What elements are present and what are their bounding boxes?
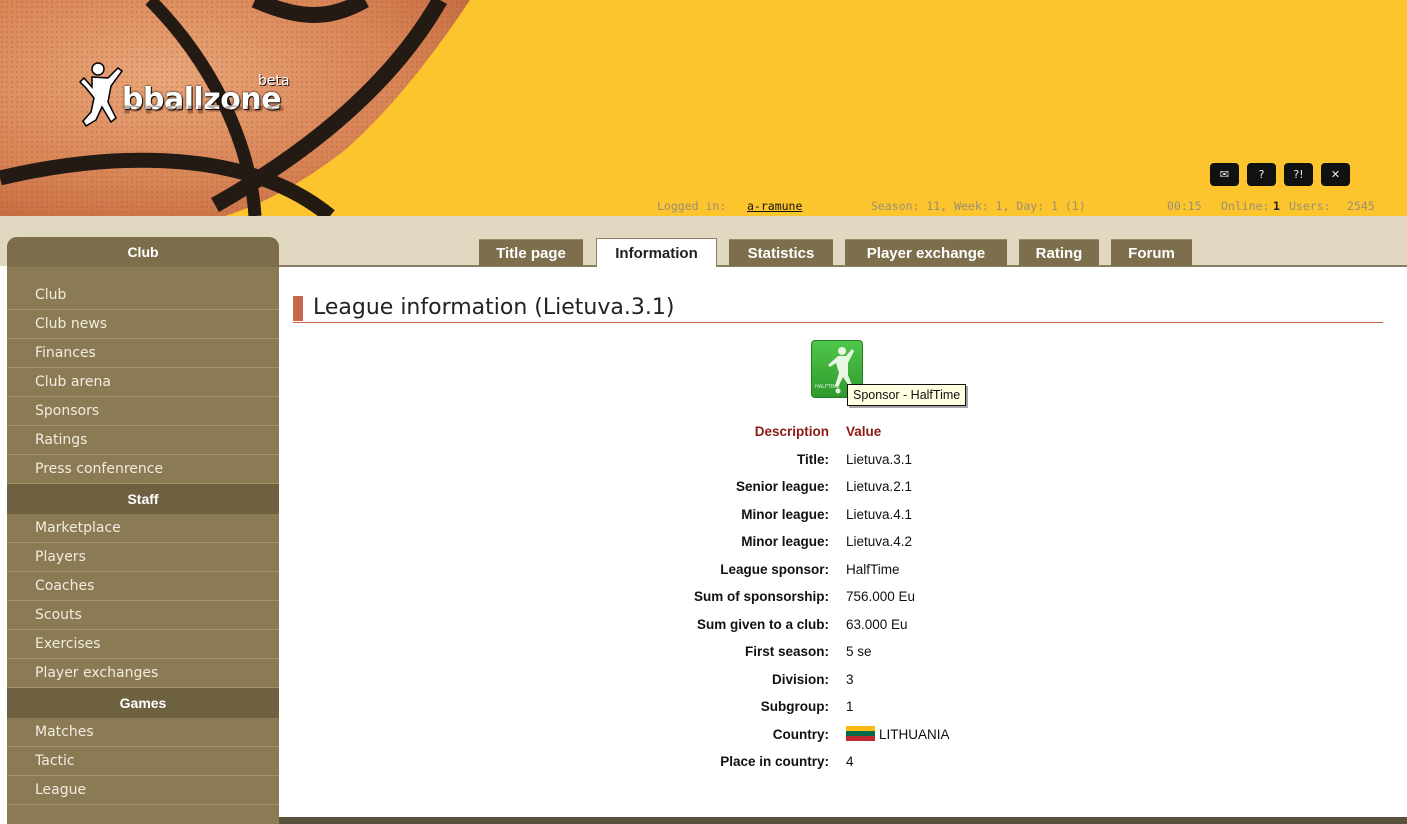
player-silhouette-icon [78, 62, 124, 128]
sidebar: Club Club Club news Finances Club arena … [7, 237, 279, 824]
sidebar-section-staff: Staff [7, 484, 279, 514]
row-label: Senior league: [735, 479, 829, 494]
row-value: 3 [846, 671, 854, 687]
table-row: Sum given to a club: 63.000 Eu [279, 612, 1407, 640]
logged-in-user-link[interactable]: a-ramune [747, 199, 802, 213]
table-row: Minor league: Lietuva.4.2 [279, 529, 1407, 557]
table-row: Country: LITHUANIA [279, 722, 1407, 750]
mail-icon[interactable]: ✉ [1210, 163, 1239, 186]
row-value: 63.000 Eu [846, 616, 908, 632]
sidebar-item-ratings[interactable]: Ratings [7, 426, 279, 455]
table-row: Subgroup: 1 [279, 694, 1407, 722]
league-info-table: Description Value Title: Lietuva.3.1 Sen… [279, 419, 1407, 777]
help-icon[interactable]: ? [1247, 163, 1276, 186]
row-label: Country: [772, 726, 829, 742]
column-header-description: Description [754, 424, 829, 439]
country-name: LITHUANIA [879, 726, 950, 742]
sidebar-item-tactic[interactable]: Tactic [7, 747, 279, 776]
users-label: Users: [1289, 199, 1331, 213]
sidebar-item-club-arena[interactable]: Club arena [7, 368, 279, 397]
tab-title-page[interactable]: Title page [479, 239, 583, 266]
row-label: Division: [771, 671, 829, 687]
row-value: 1 [846, 699, 854, 714]
tab-information[interactable]: Information [596, 238, 717, 267]
logo-reflection: bballzone [122, 102, 286, 115]
sidebar-item-scouts[interactable]: Scouts [7, 601, 279, 630]
logged-in-label: Logged in: [657, 199, 727, 213]
lithuania-flag-icon [846, 725, 875, 741]
row-value-country: LITHUANIA [846, 725, 950, 742]
row-value: Lietuva.4.1 [846, 506, 913, 522]
row-label: First season: [744, 644, 829, 659]
sidebar-item-exercises[interactable]: Exercises [7, 630, 279, 659]
online-count-wrap: 1 [1273, 199, 1280, 213]
server-time: 00:15 [1167, 199, 1202, 213]
column-header-value: Value [846, 424, 882, 439]
page-title: League information (Lietuva.3.1) [313, 295, 675, 320]
main-content: League information (Lietuva.3.1) HALFTIM… [279, 267, 1407, 817]
table-row: League sponsor: HalfTime [279, 557, 1407, 585]
table-row: Title: Lietuva.3.1 [279, 447, 1407, 475]
sidebar-item-sponsors[interactable]: Sponsors [7, 397, 279, 426]
sidebar-section-club: Club [7, 237, 279, 267]
online-label: Online: [1221, 199, 1270, 213]
table-row: Sum of sponsorship: 756.000 Eu [279, 584, 1407, 612]
sidebar-item-club[interactable]: Club [7, 281, 279, 310]
table-row: Minor league: Lietuva.4.1 [279, 502, 1407, 530]
faq-icon[interactable]: ?! [1284, 163, 1313, 186]
row-value: 5 se [846, 644, 872, 659]
logo-beta-badge: beta [258, 73, 290, 89]
sidebar-item-league[interactable]: League [7, 776, 279, 805]
app-root: bballzone bballzone beta ✉ ? ?! ✕ Logged… [0, 0, 1407, 824]
content-bottom-border [279, 817, 1407, 824]
sidebar-item-player-exchanges[interactable]: Player exchanges [7, 659, 279, 688]
tab-rating[interactable]: Rating [1019, 239, 1099, 266]
sponsor-tooltip: Sponsor - HalfTime [847, 384, 967, 406]
sidebar-item-finances[interactable]: Finances [7, 339, 279, 368]
sidebar-item-press-conference[interactable]: Press confenrence [7, 455, 279, 484]
row-value: HalfTime [846, 561, 900, 577]
sidebar-section-games: Games [7, 688, 279, 718]
table-row: Place in country: 4 [279, 749, 1407, 777]
users-count: 2545 [1347, 199, 1375, 213]
row-value: Lietuva.3.1 [846, 451, 913, 467]
tab-player-exchange[interactable]: Player exchange [845, 239, 1007, 266]
site-header: bballzone bballzone beta ✉ ? ?! ✕ Logged… [0, 0, 1407, 216]
row-label: League sponsor: [720, 561, 829, 577]
title-marker [293, 296, 303, 321]
page-title-bar: League information (Lietuva.3.1) [293, 295, 1383, 323]
season-info: Season: 11, Week: 1, Day: 1 (1) [871, 199, 1086, 213]
row-label: Title: [796, 451, 829, 467]
row-value: Lietuva.4.2 [846, 534, 913, 549]
tab-forum[interactable]: Forum [1111, 239, 1192, 266]
tab-statistics[interactable]: Statistics [729, 239, 833, 266]
row-label: Minor league: [741, 506, 829, 522]
online-count: 1 [1273, 199, 1280, 213]
sidebar-item-coaches[interactable]: Coaches [7, 572, 279, 601]
sidebar-item-club-news[interactable]: Club news [7, 310, 279, 339]
row-label: Sum given to a club: [696, 616, 829, 632]
table-row: Division: 3 [279, 667, 1407, 695]
row-value: 4 [846, 754, 854, 769]
row-value: Lietuva.2.1 [846, 479, 913, 494]
sidebar-item-players[interactable]: Players [7, 543, 279, 572]
site-logo[interactable]: bballzone bballzone beta [78, 60, 303, 140]
sponsor-logo-text: HALFTIME [815, 384, 840, 390]
close-icon[interactable]: ✕ [1321, 163, 1350, 186]
header-icon-bar: ✉ ? ?! ✕ [1210, 163, 1350, 186]
status-bar: Logged in: a-ramune Season: 11, Week: 1,… [0, 196, 1407, 216]
table-row: First season: 5 se [279, 639, 1407, 667]
table-row: Senior league: Lietuva.2.1 [279, 474, 1407, 502]
table-header-row: Description Value [279, 419, 1407, 447]
row-label: Subgroup: [760, 699, 829, 714]
row-label: Minor league: [741, 534, 829, 549]
sidebar-item-matches[interactable]: Matches [7, 718, 279, 747]
row-label: Place in country: [720, 754, 829, 769]
row-value: 756.000 Eu [846, 589, 916, 604]
sidebar-item-marketplace[interactable]: Marketplace [7, 514, 279, 543]
row-label: Sum of sponsorship: [694, 589, 829, 604]
